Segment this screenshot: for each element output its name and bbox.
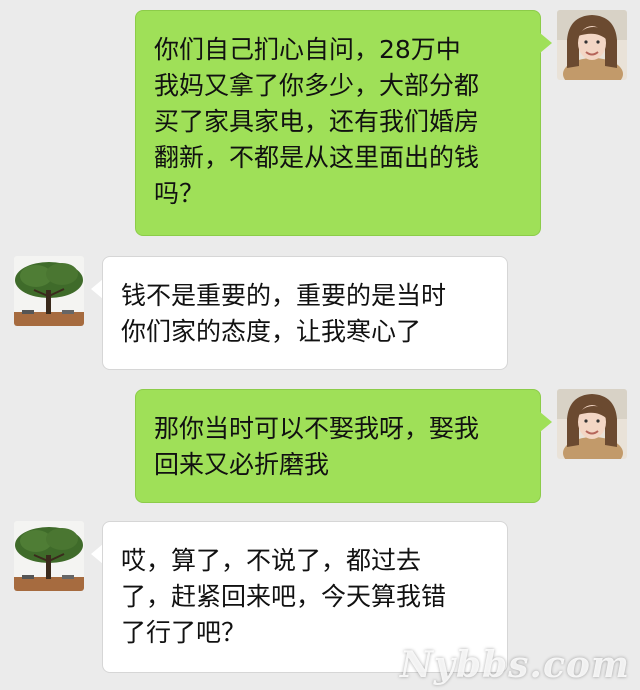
message-bubble-received[interactable]: 钱不是重要的，重要的是当时 你们家的态度，让我寒心了 xyxy=(102,256,508,370)
my-avatar[interactable] xyxy=(557,389,627,459)
my-avatar[interactable] xyxy=(557,10,627,80)
tree-photo-icon xyxy=(14,256,84,326)
watermark-logo: Nybbs.com xyxy=(400,644,630,686)
bubble-tail xyxy=(540,33,552,53)
message-bubble-sent[interactable]: 你们自己扪心自问，28万中 我妈又拿了你多少，大部分都 买了家具家电，还有我们婚… xyxy=(135,10,541,236)
contact-avatar[interactable] xyxy=(14,521,84,591)
woman-photo-icon xyxy=(557,389,627,459)
woman-photo-icon xyxy=(557,10,627,80)
bubble-tail xyxy=(540,412,552,432)
message-bubble-sent[interactable]: 那你当时可以不娶我呀，娶我 回来又必折磨我 xyxy=(135,389,541,503)
contact-avatar[interactable] xyxy=(14,256,84,326)
tree-photo-icon xyxy=(14,521,84,591)
